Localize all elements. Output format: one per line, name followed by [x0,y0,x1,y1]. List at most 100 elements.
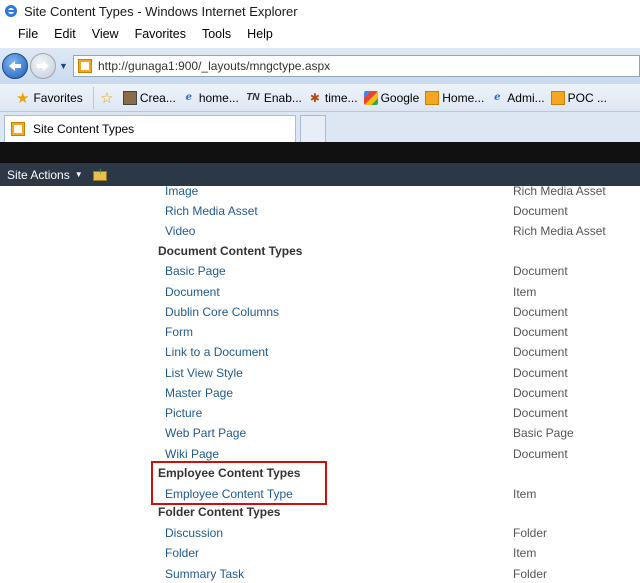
table-row: Summary Task Folder [0,566,640,583]
navigation-bar: ▼ http://gunaga1:900/_layouts/mngctype.a… [0,48,640,84]
menu-edit[interactable]: Edit [54,27,76,41]
back-button[interactable] [2,53,28,79]
favorite-link[interactable]: ✱ time... [308,91,358,105]
add-favorite-icon: ☆ [100,89,114,107]
menu-favorites[interactable]: Favorites [135,27,186,41]
menu-help[interactable]: Help [247,27,273,41]
content-type-link[interactable]: List View Style [165,365,243,381]
parent-type: Item [513,285,537,299]
menu-tools[interactable]: Tools [202,27,231,41]
parent-type: Document [513,386,568,400]
favorite-link-label: POC ... [567,90,607,105]
tab-favicon-icon [11,122,25,136]
parent-type: Rich Media Asset [513,184,606,198]
favorites-button[interactable]: ★ Favorites [0,86,94,109]
favorite-link[interactable]: Google [363,90,420,105]
content-type-link[interactable]: Video [165,223,195,239]
parent-type: Document [513,264,568,278]
table-row: Basic Page Document [0,263,640,283]
content-type-link[interactable]: Folder [165,545,199,561]
parent-type: Document [513,325,568,339]
history-dropdown-icon[interactable]: ▼ [59,61,69,71]
favorite-link-label: home... [198,90,239,105]
table-row: Video Rich Media Asset [0,223,640,243]
table-row: Form Document [0,324,640,344]
favorite-link-label: Enab... [263,90,302,105]
content-type-link[interactable]: Web Part Page [165,425,246,441]
parent-type: Folder [513,526,548,540]
sharepoint-icon [550,90,565,105]
tab-site-content-types[interactable]: Site Content Types [4,115,296,142]
table-row: Folder Item [0,545,640,565]
table-row: List View Style Document [0,365,640,385]
content-type-link[interactable]: Dublin Core Columns [165,304,279,320]
favorite-link[interactable]: e home... [182,91,239,105]
content-type-link[interactable]: Rich Media Asset [165,203,258,219]
address-url: http://gunaga1:900/_layouts/mngctype.asp… [98,59,331,73]
navigate-up-icon[interactable]: ↑ [92,166,109,181]
table-row: Document Item [0,284,640,304]
parent-type: Document [513,406,568,420]
chevron-down-icon: ▼ [74,170,83,179]
content-type-link[interactable]: Picture [165,405,202,421]
back-arrow-icon [9,61,21,71]
table-row: Dublin Core Columns Document [0,304,640,324]
site-favicon-icon [78,59,92,73]
content-type-link[interactable]: Document [165,284,220,300]
favorite-link-label: time... [324,90,358,105]
parent-type: Basic Page [513,426,574,440]
parent-type: Document [513,345,568,359]
table-row: Link to a Document Document [0,344,640,364]
favorite-link-label: Home... [442,90,485,105]
address-bar[interactable]: http://gunaga1:900/_layouts/mngctype.asp… [73,55,640,77]
favorite-link-label: Admi... [507,90,545,105]
forward-button[interactable] [30,53,56,79]
content-type-link[interactable]: Form [165,324,193,340]
site-actions-label: Site Actions [7,167,70,182]
content-types-list: Image Rich Media Asset Rich Media Asset Doc… [0,183,640,583]
content-type-link[interactable]: Discussion [165,525,223,541]
content-type-link[interactable]: Image [165,183,198,199]
google-icon [363,90,378,105]
table-row: Master Page Document [0,385,640,405]
favorite-link[interactable]: Crea... [122,90,176,105]
favorites-star-icon: ★ [16,89,30,107]
favorite-link[interactable]: e Admi... [490,90,545,105]
sharepoint-icon [425,90,440,105]
parent-type: Document [513,305,568,319]
new-tab-button[interactable] [300,115,326,142]
favorite-link-label: Google [380,90,420,105]
content-type-link[interactable]: Link to a Document [165,344,268,360]
content-type-link[interactable]: Wiki Page [165,446,219,462]
menu-file[interactable]: File [18,27,38,41]
add-favorite-button[interactable]: ☆ [100,89,117,107]
menu-bar: File Edit View Favorites Tools Help [0,22,640,46]
group-heading: Folder Content Types [158,505,281,519]
favorites-bar: ★ Favorites ☆ Crea... e home... TN Enab.… [0,84,640,112]
parent-type: Document [513,204,568,218]
content-type-link[interactable]: Basic Page [165,263,226,279]
photo-icon [122,90,137,105]
parent-type: Rich Media Asset [513,224,606,238]
table-row: Picture Document [0,405,640,425]
table-row: Discussion Folder [0,525,640,545]
tab-strip: Site Content Types [0,112,640,142]
parent-type: Document [513,366,568,380]
content-type-link[interactable]: Master Page [165,385,233,401]
favorite-link[interactable]: Home... [425,90,485,105]
favorite-link[interactable]: TN Enab... [245,91,302,105]
parent-type: Document [513,447,568,461]
content-type-link[interactable]: Summary Task [165,566,244,582]
group-heading: Document Content Types [158,244,303,258]
ie-icon: e [185,92,193,103]
parent-type: Item [513,546,537,560]
favorites-label: Favorites [33,90,83,105]
site-actions-menu[interactable]: Site Actions ▼ [7,168,83,182]
menu-view[interactable]: View [92,27,119,41]
ie-logo-icon [4,4,18,18]
tn-icon: TN [246,92,260,103]
table-row: Web Part Page Basic Page [0,425,640,445]
favorite-link[interactable]: POC ... [550,90,607,105]
sharepoint-header [0,142,640,163]
favorite-link-label: Crea... [139,90,176,105]
